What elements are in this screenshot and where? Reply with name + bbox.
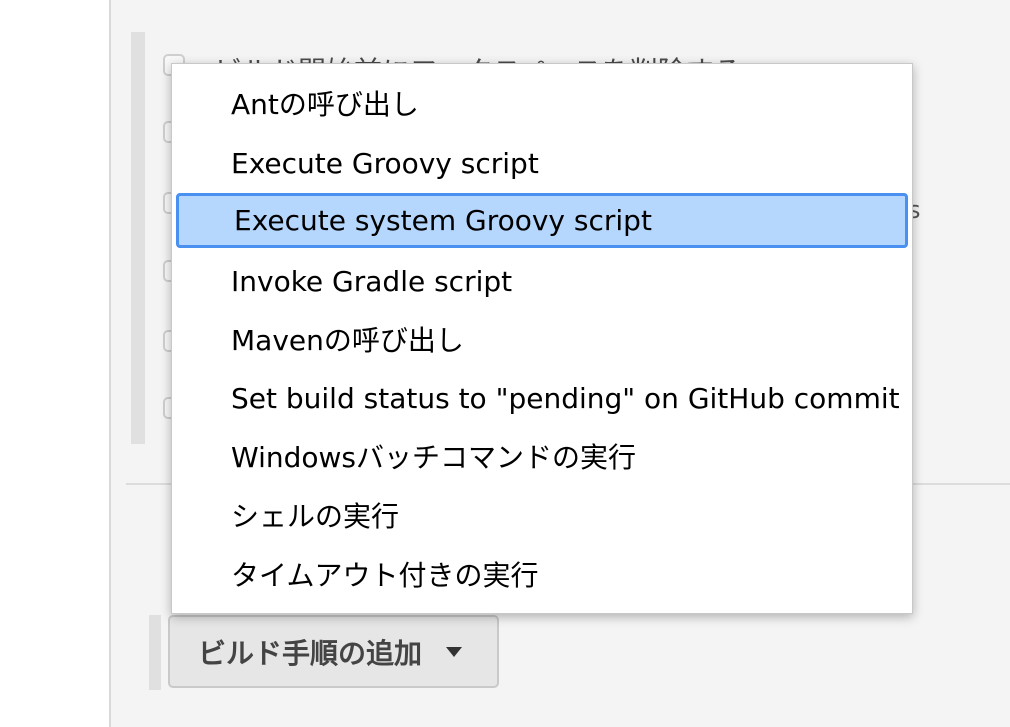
add-build-step-button[interactable]: ビルド手順の追加 bbox=[168, 615, 499, 688]
menu-item-label: Invoke Gradle script bbox=[231, 264, 513, 298]
menu-item-label: Set build status to "pending" on GitHub … bbox=[231, 381, 900, 415]
menu-item-label: タイムアウト付きの実行 bbox=[231, 559, 539, 592]
menu-item-windows-batch[interactable]: Windowsバッチコマンドの実行 bbox=[172, 427, 912, 485]
menu-item-maven[interactable]: Mavenの呼び出し bbox=[172, 310, 912, 368]
button-bar bbox=[149, 615, 161, 690]
menu-item-shell[interactable]: シェルの実行 bbox=[172, 486, 912, 544]
menu-item-label: シェルの実行 bbox=[231, 500, 400, 533]
menu-item-execute-groovy[interactable]: Execute Groovy script bbox=[172, 134, 912, 192]
menu-item-timeout[interactable]: タイムアウト付きの実行 bbox=[172, 545, 912, 603]
menu-item-label: Antの呼び出し bbox=[231, 88, 419, 121]
menu-item-label: Windowsバッチコマンドの実行 bbox=[231, 441, 636, 474]
left-gutter bbox=[0, 0, 111, 727]
menu-item-label: Mavenの呼び出し bbox=[231, 324, 464, 357]
caret-down-icon bbox=[446, 646, 463, 657]
menu-item-github-pending[interactable]: Set build status to "pending" on GitHub … bbox=[172, 369, 912, 427]
menu-item-execute-system-groovy[interactable]: Execute system Groovy script bbox=[176, 193, 908, 248]
build-step-dropdown[interactable]: Antの呼び出し Execute Groovy script Execute s… bbox=[171, 63, 913, 614]
menu-item-ant[interactable]: Antの呼び出し bbox=[172, 74, 912, 132]
menu-item-label: Execute Groovy script bbox=[231, 146, 539, 180]
menu-item-label: Execute system Groovy script bbox=[234, 204, 652, 237]
add-build-step-label: ビルド手順の追加 bbox=[198, 636, 423, 670]
section-bar bbox=[131, 32, 145, 444]
menu-item-gradle[interactable]: Invoke Gradle script bbox=[172, 252, 912, 310]
